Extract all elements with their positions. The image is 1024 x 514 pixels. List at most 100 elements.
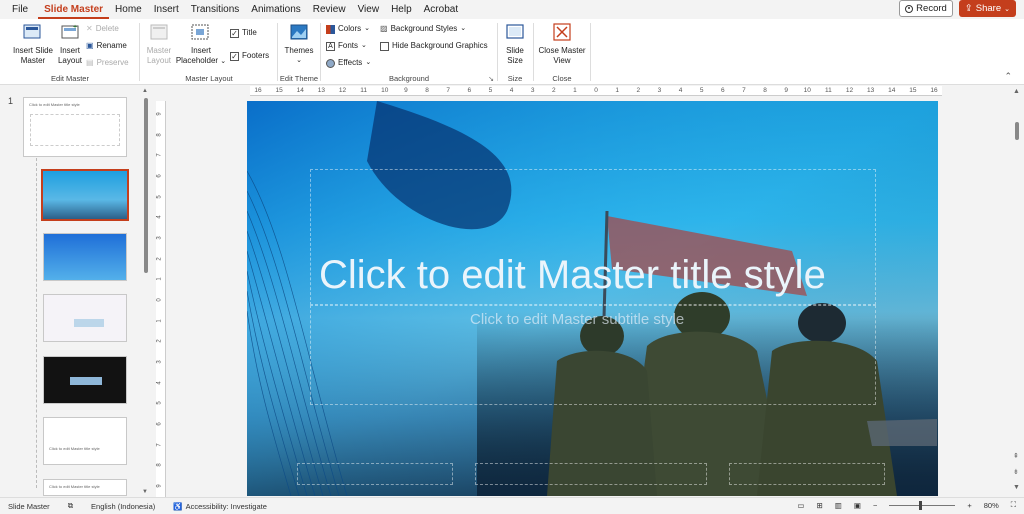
ruler-tick-label: 6 — [467, 87, 472, 94]
hide-background-graphics-checkbox[interactable]: Hide Background Graphics — [380, 41, 488, 51]
themes-button[interactable]: Themes ⌄ — [281, 23, 317, 66]
layout-thumbnail-4[interactable] — [43, 356, 127, 404]
layout-thumbnail-5[interactable]: Click to edit Master title style — [43, 417, 127, 465]
insert-slide-master-button[interactable]: Insert Slide Master — [8, 23, 56, 66]
close-master-view-button[interactable]: Close Master View — [537, 23, 587, 66]
checkbox-checked-icon: ✓ — [230, 51, 239, 61]
editor-scrollbar[interactable]: ▲ ⇞ ⇟ ▼ — [1010, 86, 1024, 496]
thumbnail-scrollbar[interactable] — [143, 98, 149, 490]
background-styles-button[interactable]: ▨ Background Styles ⌄ — [380, 24, 466, 34]
insert-placeholder-button[interactable]: Insert Placeholder ⌄ — [174, 23, 226, 67]
status-accessibility[interactable]: ♿ Accessibility: Investigate — [173, 502, 267, 511]
status-language[interactable]: English (Indonesia) — [91, 502, 155, 511]
previous-slide-icon[interactable]: ⇞ — [1013, 452, 1019, 460]
edit-master-group-label: Edit Master — [51, 74, 89, 83]
status-spelling[interactable]: ⧉ — [68, 501, 73, 511]
scroll-down-icon[interactable]: ▼ — [1013, 484, 1020, 491]
ribbon-divider — [277, 23, 278, 81]
effects-button[interactable]: Effects ⌄ — [326, 58, 371, 68]
ruler-tick-label: 9 — [784, 87, 788, 94]
zoom-out-icon[interactable]: − — [873, 501, 877, 510]
normal-view-icon[interactable]: ▭ — [797, 501, 804, 510]
delete-button[interactable]: ✕ Delete — [86, 24, 119, 34]
layout-thumbnail-2[interactable] — [43, 233, 127, 281]
layout-thumbnail-3[interactable] — [43, 294, 127, 342]
chevron-down-icon: ⌄ — [361, 42, 367, 49]
ruler-tick-label: 3 — [156, 236, 163, 240]
ruler-tick-label: 8 — [156, 132, 163, 137]
share-button[interactable]: ⇪ Share ⌄ — [958, 0, 1016, 17]
collapse-ribbon-icon[interactable]: ⌃ — [1004, 71, 1012, 82]
scrollbar-thumb[interactable] — [1015, 122, 1019, 140]
footers-checkbox-label: Footers — [242, 51, 270, 60]
chevron-down-icon: ⌄ — [460, 25, 467, 32]
slide-number-placeholder[interactable] — [729, 463, 885, 485]
menu-animations[interactable]: Animations — [245, 0, 306, 19]
scroll-down-icon[interactable]: ▼ — [142, 489, 148, 495]
ribbon-divider — [590, 23, 591, 81]
background-styles-icon: ▨ — [380, 24, 388, 33]
next-slide-icon[interactable]: ⇟ — [1013, 468, 1019, 476]
menu-slide-master[interactable]: Slide Master — [38, 0, 110, 19]
insert-layout-icon: + — [61, 24, 79, 39]
thumbnail-graphic — [70, 377, 102, 385]
zoom-slider-thumb[interactable] — [919, 500, 923, 510]
ruler-tick-label: 3 — [657, 87, 662, 94]
insert-placeholder-icon — [191, 24, 209, 40]
rename-button[interactable]: ▣ Rename — [86, 41, 127, 51]
ruler-tick-label: 3 — [156, 360, 163, 364]
background-styles-label: Background Styles — [390, 24, 458, 33]
slideshow-icon[interactable]: ▣ — [854, 501, 861, 510]
master-layout-group-label: Master Layout — [185, 74, 233, 83]
ruler-tick-label: 12 — [338, 87, 347, 94]
ruler-tick-label: 9 — [156, 484, 163, 488]
menu-view[interactable]: View — [352, 0, 386, 19]
menu-home[interactable]: Home — [109, 0, 148, 19]
zoom-level[interactable]: 80% — [984, 501, 999, 510]
master-slide-thumbnail[interactable]: Click to edit Master title style — [23, 97, 127, 157]
fonts-button[interactable]: A Fonts ⌄ — [326, 41, 367, 51]
ruler-tick-label: 5 — [488, 87, 493, 94]
menu-insert[interactable]: Insert — [148, 0, 185, 19]
colors-button[interactable]: Colors ⌄ — [326, 24, 370, 34]
slide-title[interactable]: Click to edit Master title style — [319, 253, 826, 298]
dialog-launcher-icon[interactable]: ↘ — [488, 75, 494, 83]
status-right-group: ▭ ⊞ ▥ ▣ − + 80% ⛶ — [797, 500, 1016, 510]
scroll-up-icon[interactable]: ▲ — [142, 88, 148, 94]
insert-layout-button[interactable]: + Insert Layout — [56, 23, 84, 66]
slide-size-button[interactable]: Slide Size — [499, 23, 531, 66]
zoom-in-icon[interactable]: + — [967, 501, 971, 510]
footer-placeholder[interactable] — [475, 463, 707, 485]
zoom-slider[interactable] — [889, 500, 956, 510]
title-checkbox[interactable]: ✓ Title — [230, 28, 257, 38]
themes-icon — [290, 24, 308, 40]
footers-checkbox[interactable]: ✓ Footers — [230, 51, 269, 61]
background-group-label: Background — [388, 74, 430, 83]
menu-acrobat[interactable]: Acrobat — [418, 0, 464, 19]
group-edit-master: Insert Slide Master + Insert Layout ✕ De… — [4, 19, 136, 85]
layout-thumbnail-6[interactable]: Click to edit Master title style — [43, 479, 127, 496]
scrollbar-thumb[interactable] — [144, 98, 148, 273]
menu-review[interactable]: Review — [307, 0, 352, 19]
layout-thumbnail-1[interactable] — [41, 169, 129, 221]
reading-view-icon[interactable]: ▥ — [835, 501, 842, 510]
menu-transitions[interactable]: Transitions — [185, 0, 246, 19]
scroll-up-icon[interactable]: ▲ — [1013, 88, 1020, 95]
slide-subtitle[interactable]: Click to edit Master subtitle style — [470, 311, 684, 328]
menu-file[interactable]: File — [0, 0, 38, 19]
slide-canvas[interactable]: Click to edit Master title style Click t… — [247, 101, 938, 496]
share-label: Share — [975, 3, 1002, 14]
accessibility-icon: ♿ — [173, 501, 183, 511]
menu-help[interactable]: Help — [385, 0, 418, 19]
date-placeholder[interactable] — [297, 463, 453, 485]
preserve-button[interactable]: ▤ Preserve — [86, 58, 129, 68]
record-button[interactable]: Record — [899, 0, 953, 17]
master-layout-button[interactable]: Master Layout — [142, 23, 176, 66]
chevron-down-icon: ⌄ — [1004, 5, 1010, 13]
group-close: Close Master View Close — [535, 19, 589, 85]
ruler-tick-label: 5 — [156, 401, 163, 405]
fit-to-window-icon[interactable]: ⛶ — [1011, 500, 1016, 510]
group-edit-theme: Themes ⌄ Edit Theme — [279, 19, 319, 85]
ruler-tick-label: 7 — [446, 87, 450, 94]
slide-sorter-icon[interactable]: ⊞ — [816, 501, 822, 510]
